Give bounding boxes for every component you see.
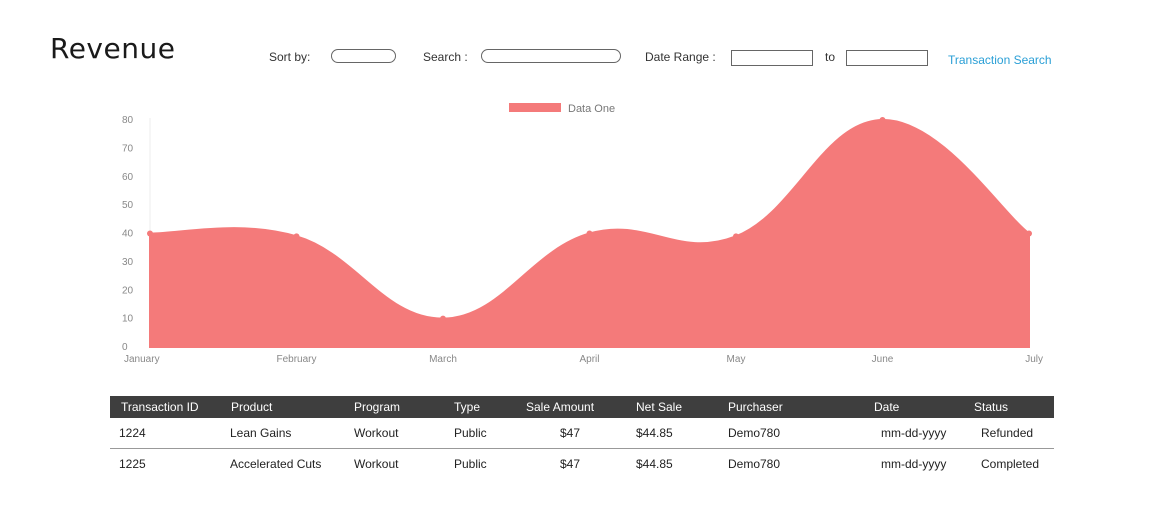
column-header[interactable]: Program: [343, 396, 443, 418]
table-cell: 1224: [119, 426, 146, 440]
x-axis: January February March April May June July: [124, 354, 1043, 365]
data-point[interactable]: [733, 233, 739, 240]
y-tick-label: 10: [122, 314, 134, 325]
table-cell: Public: [443, 448, 515, 479]
table-cell: Lean Gains: [230, 426, 292, 440]
table-row[interactable]: 1225 Accelerated Cuts Workout Public $47…: [110, 448, 1054, 479]
table-cell: mm-dd-yyyy: [881, 426, 947, 440]
revenue-chart: Data One 0 10 20 30 40 50 60 70 80 January Februa…: [122, 103, 1043, 365]
table-cell: $47: [515, 448, 625, 479]
legend-label: Data One: [568, 103, 615, 115]
column-header[interactable]: Product: [220, 396, 343, 418]
y-tick-label: 30: [122, 257, 134, 268]
column-header[interactable]: Transaction ID: [110, 396, 220, 418]
x-tick-label: January: [124, 354, 160, 365]
y-tick-label: 60: [122, 172, 134, 183]
table-cell: Demo780: [728, 426, 781, 440]
data-point[interactable]: [293, 233, 300, 240]
x-tick-label: May: [727, 354, 746, 365]
table-cell: 1225: [110, 448, 220, 479]
table-cell: Workout: [354, 426, 399, 440]
table-header-row: Transaction ID Product Program Type Sale…: [110, 396, 1054, 418]
table-row[interactable]: 1224 Lean Gains Workout Public $47 $44.8…: [110, 418, 1054, 449]
data-point[interactable]: [440, 315, 446, 322]
table-cell: Demo780: [717, 448, 863, 479]
y-tick-label: 80: [122, 115, 134, 126]
table-cell: Workout: [343, 448, 443, 479]
data-point[interactable]: [1026, 230, 1032, 237]
y-tick-label: 50: [122, 200, 134, 211]
table-cell: Refunded: [981, 426, 1034, 440]
y-tick-label: 20: [122, 285, 134, 296]
legend-swatch: [509, 103, 561, 112]
transactions-table: Transaction ID Product Program Type Sale…: [110, 396, 1054, 479]
x-tick-label: July: [1025, 354, 1043, 365]
data-point[interactable]: [147, 230, 153, 237]
table-cell: $44.85: [636, 426, 673, 440]
data-point[interactable]: [586, 230, 593, 237]
table-cell: Completed: [963, 448, 1054, 479]
table-cell: Accelerated Cuts: [220, 448, 343, 479]
column-header[interactable]: Type: [443, 396, 515, 418]
column-header[interactable]: Net Sale: [625, 396, 717, 418]
data-point[interactable]: [879, 117, 886, 123]
x-tick-label: February: [276, 354, 316, 365]
table-cell: $44.85: [625, 448, 717, 479]
x-tick-label: April: [579, 354, 599, 365]
column-header[interactable]: Purchaser: [717, 396, 863, 418]
chart-legend[interactable]: Data One: [509, 103, 615, 115]
x-tick-label: March: [429, 354, 457, 365]
y-tick-label: 40: [122, 229, 134, 240]
column-header[interactable]: Sale Amount: [515, 396, 625, 418]
y-tick-label: 70: [122, 143, 134, 154]
table-cell: Public: [454, 426, 487, 440]
table-cell: mm-dd-yyyy: [863, 448, 963, 479]
y-axis: 0 10 20 30 40 50 60 70 80: [122, 115, 134, 353]
table-cell: $47: [559, 426, 581, 440]
column-header[interactable]: Date: [863, 396, 963, 418]
y-tick-label: 0: [122, 342, 128, 353]
column-header[interactable]: Status: [963, 396, 1054, 418]
x-tick-label: June: [872, 354, 894, 365]
